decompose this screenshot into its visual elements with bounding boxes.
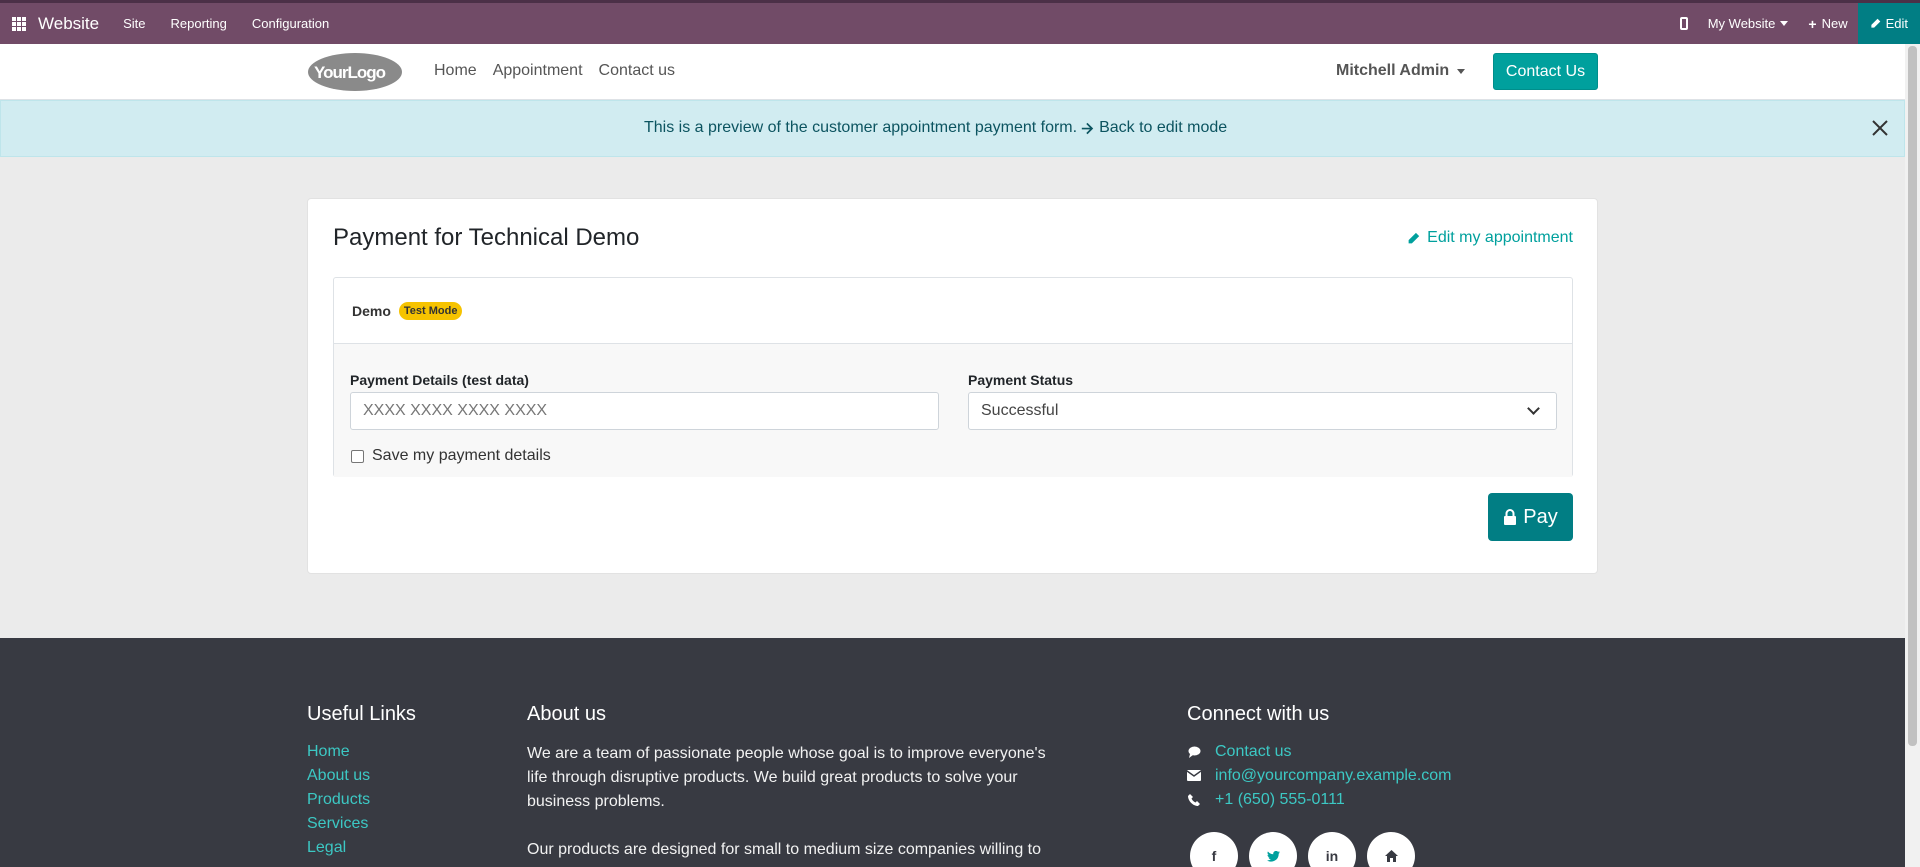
website-switcher[interactable]: My Website: [1698, 16, 1799, 31]
svg-text:YourLogo: YourLogo: [314, 63, 386, 82]
footer-link-products[interactable]: Products: [307, 790, 370, 809]
about-paragraph-2: Our products are designed for small to m…: [527, 841, 1042, 858]
new-label: New: [1821, 16, 1848, 31]
linkedin-icon[interactable]: in: [1308, 832, 1356, 867]
about-text: We are a team of passionate people whose…: [527, 742, 1047, 867]
test-mode-badge: Test Mode: [398, 301, 463, 320]
connect-contact[interactable]: Contact us: [1187, 742, 1452, 761]
payment-card: Payment for Technical Demo Edit my appoi…: [307, 198, 1598, 574]
envelope-icon: [1187, 770, 1201, 781]
save-payment-row: Save my payment details: [351, 447, 551, 465]
mobile-icon: [1679, 17, 1688, 30]
nav-appointment[interactable]: Appointment: [493, 62, 583, 80]
useful-links-list: Home About us Products Services Legal: [307, 742, 370, 857]
close-icon[interactable]: [1871, 119, 1889, 137]
connect-list: Contact us info@yourcompany.example.com …: [1187, 742, 1452, 809]
connect-title: Connect with us: [1187, 703, 1330, 725]
admin-menu: Site Reporting Configuration: [123, 16, 329, 31]
caret-down-icon: [1457, 68, 1466, 74]
comment-icon: [1187, 746, 1201, 758]
website-switcher-label: My Website: [1707, 16, 1776, 31]
alert-message: This is a preview of the customer appoin…: [644, 119, 1078, 136]
provider-name: Demo: [352, 302, 391, 319]
facebook-icon[interactable]: f: [1190, 832, 1238, 867]
footer-link-home[interactable]: Home: [307, 742, 370, 761]
pay-button[interactable]: Pay: [1488, 493, 1573, 541]
back-to-edit-link[interactable]: Back to edit mode: [1081, 119, 1227, 137]
footer-link-services[interactable]: Services: [307, 814, 370, 833]
about-title: About us: [527, 703, 606, 725]
pencil-icon: [1870, 18, 1880, 28]
save-payment-label[interactable]: Save my payment details: [372, 447, 551, 465]
connect-phone[interactable]: +1 (650) 555-0111: [1187, 790, 1452, 809]
arrow-right-icon: [1081, 122, 1094, 134]
home-icon[interactable]: [1367, 832, 1415, 867]
preview-alert: This is a preview of the customer appoin…: [0, 100, 1905, 157]
apps-grid-icon[interactable]: [12, 16, 26, 31]
save-payment-checkbox[interactable]: [351, 449, 364, 463]
page-scrollbar[interactable]: [1905, 44, 1920, 867]
edit-button[interactable]: Edit: [1857, 3, 1920, 44]
nav-contact-us[interactable]: Contact us: [599, 62, 675, 80]
new-button[interactable]: + New: [1798, 16, 1857, 32]
connect-email-label: info@yourcompany.example.com: [1215, 767, 1452, 784]
connect-email[interactable]: info@yourcompany.example.com: [1187, 766, 1452, 785]
user-name: Mitchell Admin: [1336, 62, 1450, 79]
footer-link-about[interactable]: About us: [307, 766, 370, 785]
payment-details-input[interactable]: [350, 392, 939, 430]
chevron-down-icon: [1527, 402, 1540, 415]
phone-icon: [1187, 793, 1201, 806]
twitter-icon[interactable]: [1249, 832, 1297, 867]
company-logo[interactable]: YourLogo: [307, 52, 403, 92]
nav-home[interactable]: Home: [434, 62, 477, 80]
menu-configuration[interactable]: Configuration: [252, 16, 329, 31]
pencil-icon: [1408, 232, 1420, 243]
page-title: Payment for Technical Demo: [333, 224, 640, 251]
caret-down-icon: [1780, 21, 1789, 26]
edit-label: Edit: [1885, 16, 1908, 31]
pay-label: Pay: [1523, 505, 1558, 528]
contact-us-button[interactable]: Contact Us: [1493, 53, 1598, 90]
mobile-preview-button[interactable]: [1670, 17, 1698, 30]
main-nav: Home Appointment Contact us: [434, 62, 675, 80]
user-menu[interactable]: Mitchell Admin: [1336, 62, 1466, 80]
plus-icon: +: [1808, 15, 1817, 32]
footer-link-legal[interactable]: Legal: [307, 838, 370, 857]
menu-reporting[interactable]: Reporting: [171, 16, 227, 31]
provider-header[interactable]: Demo Test Mode: [334, 278, 1572, 344]
payment-status-value: Successful: [981, 402, 1059, 419]
site-header: YourLogo Home Appointment Contact us Mit…: [0, 44, 1905, 100]
back-to-edit-label: Back to edit mode: [1099, 119, 1228, 136]
payment-status-select[interactable]: Successful: [968, 392, 1557, 430]
connect-contact-label: Contact us: [1215, 743, 1292, 760]
menu-site[interactable]: Site: [123, 16, 145, 31]
connect-phone-label: +1 (650) 555-0111: [1215, 791, 1345, 808]
useful-links-title: Useful Links: [307, 703, 416, 725]
scrollbar-thumb[interactable]: [1908, 46, 1917, 746]
edit-appointment-label: Edit my appointment: [1427, 229, 1573, 246]
lock-icon: [1504, 509, 1517, 525]
provider-form: Payment Details (test data) Payment Stat…: [334, 344, 1572, 477]
about-paragraph-1: We are a team of passionate people whose…: [527, 745, 1046, 810]
payment-details-label: Payment Details (test data): [350, 372, 529, 388]
app-brand[interactable]: Website: [38, 14, 99, 34]
site-footer: Useful Links Home About us Products Serv…: [0, 638, 1905, 867]
edit-appointment-link[interactable]: Edit my appointment: [1407, 229, 1573, 247]
admin-right-actions: My Website + New Edit: [1670, 3, 1920, 44]
payment-provider: Demo Test Mode Payment Details (test dat…: [333, 277, 1573, 477]
payment-status-label: Payment Status: [968, 372, 1074, 388]
social-links: f in: [1190, 832, 1415, 867]
admin-navbar: Website Site Reporting Configuration My …: [0, 0, 1920, 44]
